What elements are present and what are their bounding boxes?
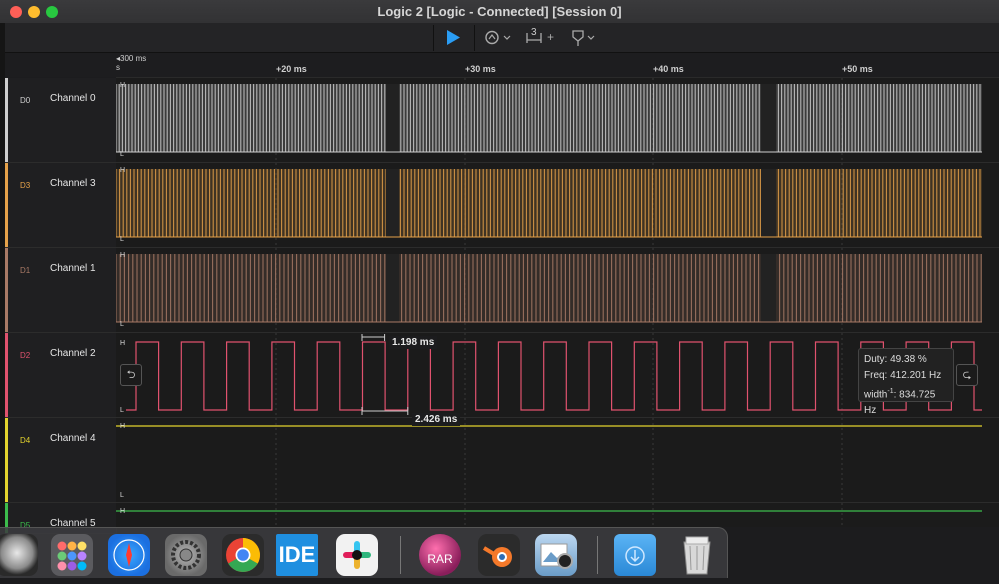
ruler-header [5,53,117,77]
dock-ide-icon[interactable]: IDE [276,534,318,576]
level-high-label: H [120,340,125,347]
ruler-origin: ◂300 ms s [116,54,147,72]
ruler-tick: +20 ms [276,64,307,74]
window-title: Logic 2 [Logic - Connected] [Session 0] [377,4,622,19]
waveform-area[interactable]: H L H L H L H L H L H [116,78,999,527]
ruler-tick: +40 ms [653,64,684,74]
level-high-label: H [120,508,125,515]
waveform-canvas[interactable]: H L H L H L H L H L H [116,78,999,527]
title-bar: Logic 2 [Logic - Connected] [Session 0] [0,0,999,24]
level-high-label: H [120,82,125,89]
level-low-label: L [120,492,124,499]
dock-rar-icon[interactable]: RAR [419,534,461,576]
dock-safari-icon[interactable] [108,534,150,576]
prev-edge-icon: ⮌ [126,369,136,381]
ruler-tick: +50 ms [842,64,873,74]
signal-gap [386,254,399,322]
marker-icon [572,30,595,46]
measure-count: 3 [531,27,537,38]
channel-header-d1[interactable]: D1 Channel 1 [5,248,117,333]
ruler-tick: +30 ms [465,64,496,74]
macos-dock: IDE RAR [0,527,728,578]
signal-gap [761,84,776,152]
freq-value: Freq: 412.201 Hz [864,370,942,381]
signal-edges [116,169,981,237]
dock-settings-icon[interactable] [165,534,207,576]
width-value: width-1: 834.725 Hz [864,388,936,417]
play-icon [447,30,460,45]
plus-icon: + [547,30,555,44]
level-high-label: H [120,423,125,430]
period-label: 2.426 ms [412,413,461,426]
signal-edges [116,254,982,322]
level-low-label: L [120,151,124,158]
channel-header-d0[interactable]: D0 Channel 0 [5,78,117,163]
pulse-width-label: 1.198 ms [389,336,438,349]
add-measurement-button[interactable]: 3 + [525,27,559,48]
channel-name: Channel 4 [50,433,96,444]
dock-apps-icon[interactable] [51,534,93,576]
dock-chrome-icon[interactable] [222,534,264,576]
channel-name: Channel 2 [50,348,96,359]
dock-blender-icon[interactable] [478,534,520,576]
signal-gap [386,84,399,152]
dock-preview-icon[interactable] [535,534,577,576]
dock-slack-icon[interactable] [336,534,378,576]
level-low-label: L [120,407,124,414]
level-low-label: L [120,321,124,328]
measurement-tooltip: Duty: 49.38 % Freq: 412.201 Hz width-1: … [858,348,954,416]
dock-launchpad-icon[interactable] [0,534,38,576]
dock-trash-icon[interactable] [676,534,718,576]
channel-header-d3[interactable]: D3 Channel 3 [5,163,117,248]
channel-header-d4[interactable]: D4 Channel 4 [5,418,117,503]
toolbar: 3 + [5,23,999,53]
channel-header-d2[interactable]: D2 Channel 2 [5,333,117,418]
lane-background [116,418,999,502]
time-ruler[interactable]: ◂300 ms s +20 ms +30 ms +40 ms +50 ms [116,53,999,78]
duty-value: Duty: 49.38 % [864,354,927,365]
trigger-settings-button[interactable] [483,27,515,48]
signal-gap [761,169,776,237]
previous-edge-button[interactable]: ⮌ [120,364,142,386]
add-marker-button[interactable] [569,27,599,48]
channel-name: Channel 1 [50,263,96,274]
next-edge-button[interactable]: ⮎ [956,364,978,386]
level-low-label: L [120,236,124,243]
lane-background [116,503,999,527]
level-high-label: H [120,252,125,259]
channel-name: Channel 0 [50,93,96,104]
signal-gap [386,169,399,237]
signal-gap [761,254,776,322]
chevron-down-icon [503,35,511,40]
start-capture-button[interactable] [442,27,464,48]
next-edge-icon: ⮎ [962,369,972,381]
dock-downloads-folder-icon[interactable] [614,534,656,576]
trigger-icon [485,30,511,45]
level-high-label: H [120,167,125,174]
channel-name: Channel 3 [50,178,96,189]
